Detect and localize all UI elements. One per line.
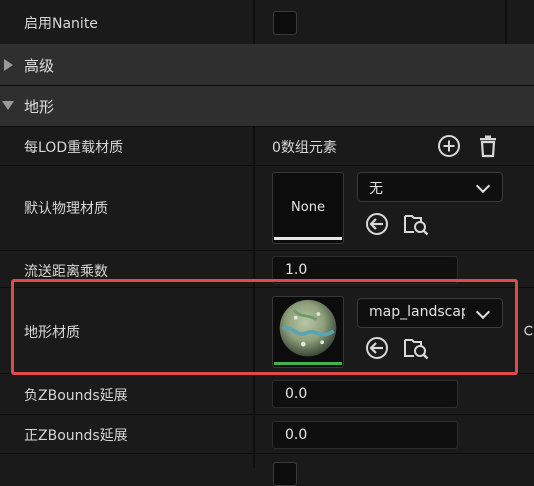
row-per-lod-override-materials: 每LOD重载材质 0数组元素	[0, 127, 534, 165]
row-negative-zbounds: 负ZBounds延展 0.0	[0, 374, 534, 414]
row-partial-next	[0, 454, 534, 486]
thumbnail-bottom-bar	[274, 237, 342, 240]
positive-zbounds-input[interactable]: 0.0	[272, 421, 458, 449]
negative-zbounds-label: 负ZBounds延展	[24, 388, 128, 404]
row-enable-nanite: 启用Nanite	[0, 0, 534, 44]
category-landscape-label: 地形	[24, 98, 55, 116]
category-advanced[interactable]: 高级	[0, 44, 534, 85]
next-row-checkbox[interactable]	[273, 462, 297, 486]
add-icon[interactable]	[436, 133, 462, 159]
reset-icon[interactable]	[522, 324, 534, 338]
trash-icon[interactable]	[475, 133, 501, 159]
physical-material-thumbnail[interactable]: None	[272, 172, 344, 244]
per-lod-label: 每LOD重载材质	[24, 140, 124, 156]
column-divider	[253, 0, 255, 44]
row-default-physical-material: 默认物理材质 None 无	[0, 166, 534, 250]
positive-zbounds-label: 正ZBounds延展	[24, 428, 128, 444]
enable-nanite-label: 启用Nanite	[24, 16, 98, 32]
collapse-arrow-icon[interactable]	[2, 101, 14, 110]
category-landscape[interactable]: 地形	[0, 86, 534, 126]
column-divider-right	[505, 0, 507, 44]
browse-icon[interactable]	[403, 211, 429, 237]
enable-nanite-checkbox[interactable]	[273, 11, 297, 35]
negative-zbounds-input[interactable]: 0.0	[272, 380, 458, 408]
per-lod-array-count: 0数组元素	[272, 140, 337, 156]
category-advanced-label: 高级	[24, 57, 55, 75]
highlight-landscape-material	[11, 279, 518, 375]
streaming-distance-label: 流送距离乘数	[24, 264, 108, 280]
default-physical-material-label: 默认物理材质	[24, 201, 108, 217]
row-positive-zbounds: 正ZBounds延展 0.0	[0, 415, 534, 453]
physical-material-combo-value: 无	[369, 181, 383, 197]
expand-arrow-icon[interactable]	[4, 59, 13, 71]
chevron-down-icon	[475, 178, 491, 194]
use-selected-icon[interactable]	[364, 211, 390, 237]
thumbnail-none-text: None	[291, 200, 325, 215]
physical-material-combo[interactable]: 无	[357, 172, 503, 202]
